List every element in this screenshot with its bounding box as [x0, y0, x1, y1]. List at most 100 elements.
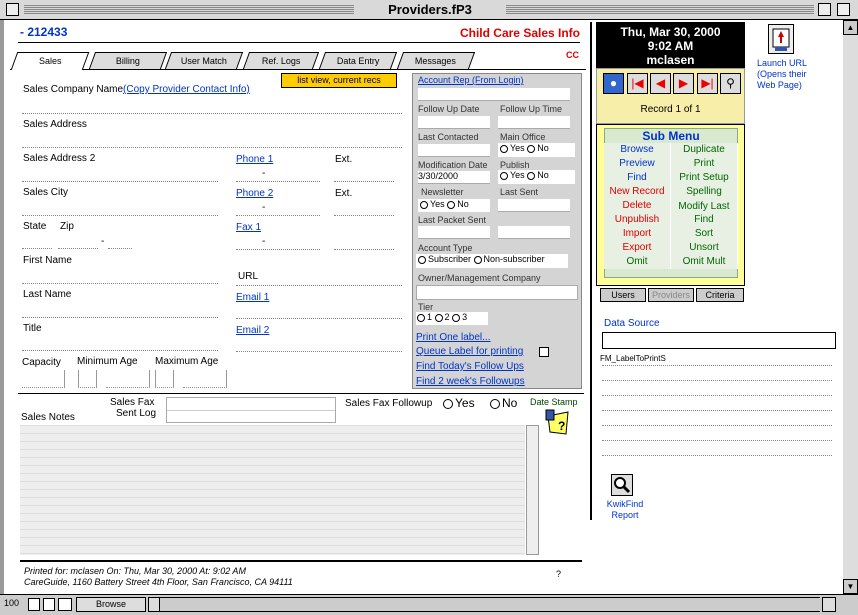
- fax-ext-field[interactable]: [334, 249, 394, 250]
- find-button[interactable]: Find: [604, 171, 671, 185]
- collapse-box[interactable]: [837, 3, 850, 16]
- email1-link[interactable]: Email 1: [236, 292, 269, 303]
- radio-non-subscriber[interactable]: [473, 255, 482, 264]
- new-record-button[interactable]: New Record: [604, 185, 671, 199]
- min-age-field[interactable]: [78, 370, 97, 388]
- delete-button[interactable]: Delete: [604, 199, 671, 213]
- tab-users[interactable]: Users: [600, 288, 646, 302]
- last-packet-field[interactable]: [418, 226, 490, 239]
- tab-data-entry[interactable]: Data Entry: [318, 52, 398, 69]
- print-one-label-link[interactable]: Print One label...: [416, 332, 490, 343]
- print-setup-button[interactable]: Print Setup: [671, 171, 738, 185]
- scroll-right-arrow-icon[interactable]: [822, 597, 836, 612]
- launch-url-label[interactable]: Launch URL (Opens their Web Page): [757, 58, 819, 91]
- fax-followup-no[interactable]: No: [490, 396, 517, 410]
- company-field[interactable]: [22, 113, 402, 114]
- sales-fax-log-field[interactable]: [166, 397, 336, 423]
- zoom-out-icon[interactable]: [28, 598, 40, 611]
- data-source-field[interactable]: [602, 332, 836, 349]
- next-record-icon[interactable]: ▶: [673, 73, 694, 94]
- first-name-field[interactable]: [22, 283, 218, 284]
- window-title-bar[interactable]: Providers.fP3: [0, 0, 858, 20]
- capacity-field[interactable]: [22, 370, 65, 388]
- find-today-link[interactable]: Find Today's Follow Ups: [416, 361, 524, 372]
- phone2-link[interactable]: Phone 2: [236, 188, 273, 199]
- tab-billing[interactable]: Billing: [88, 52, 168, 69]
- tab-messages[interactable]: Messages: [396, 52, 476, 69]
- email2-field[interactable]: [236, 351, 402, 352]
- max-age-unit-field[interactable]: [183, 370, 227, 388]
- state-field[interactable]: [22, 248, 52, 249]
- last-packet-field-2[interactable]: [498, 226, 570, 239]
- find-2week-link[interactable]: Find 2 week's Followups: [416, 376, 525, 387]
- vertical-scrollbar[interactable]: [843, 20, 858, 594]
- address-field[interactable]: [22, 147, 402, 148]
- fax-followup-yes[interactable]: Yes: [443, 396, 475, 410]
- status-toggle-icon[interactable]: [58, 598, 72, 611]
- tab-ref-logs[interactable]: Ref. Logs: [242, 52, 320, 69]
- export-button[interactable]: Export: [604, 241, 671, 255]
- tab-providers[interactable]: Providers: [648, 288, 694, 302]
- import-button[interactable]: Import: [604, 227, 671, 241]
- radio-yes[interactable]: [420, 200, 428, 209]
- close-box[interactable]: [6, 3, 19, 16]
- main-office-radios[interactable]: Yes No: [498, 143, 575, 157]
- ext1-field[interactable]: [334, 181, 394, 182]
- tab-sales[interactable]: Sales: [10, 52, 90, 70]
- globe-icon[interactable]: ●: [603, 73, 624, 94]
- zoom-box[interactable]: [818, 3, 831, 16]
- radio-subscriber[interactable]: [418, 255, 426, 264]
- radio-no[interactable]: [527, 144, 536, 153]
- radio-yes[interactable]: [443, 398, 453, 409]
- kwikfind-icon[interactable]: [611, 474, 633, 496]
- radio-yes[interactable]: [500, 144, 508, 153]
- account-rep-link[interactable]: Account Rep (From Login): [418, 75, 524, 85]
- spelling-button[interactable]: Spelling: [671, 185, 738, 199]
- queue-label-checkbox[interactable]: [539, 347, 549, 357]
- radio-no[interactable]: [447, 200, 456, 209]
- modify-last-find-button[interactable]: Modify Last Find: [671, 199, 738, 227]
- list-view-button[interactable]: list view, current recs: [281, 73, 397, 88]
- zip-field[interactable]: [58, 248, 98, 249]
- last-contacted-field[interactable]: [418, 144, 490, 157]
- zip-ext-field[interactable]: [108, 248, 132, 249]
- browse-button[interactable]: Browse: [604, 143, 671, 157]
- address2-field[interactable]: [22, 181, 218, 182]
- scroll-up-arrow-icon[interactable]: ▲: [843, 20, 858, 35]
- follow-up-date-field[interactable]: [418, 116, 490, 129]
- queue-label-link[interactable]: Queue Label for printing: [416, 346, 523, 357]
- title-field[interactable]: [22, 350, 218, 351]
- kwikfind-report-label[interactable]: KwikFind Report: [600, 499, 650, 521]
- print-button[interactable]: Print: [671, 157, 738, 171]
- preview-button[interactable]: Preview: [604, 157, 671, 171]
- launch-url-icon[interactable]: [768, 24, 794, 54]
- date-stamp-icon[interactable]: ?: [544, 408, 570, 436]
- horizontal-scrollbar[interactable]: [160, 597, 820, 612]
- duplicate-button[interactable]: Duplicate: [671, 143, 738, 157]
- copy-provider-link[interactable]: (Copy Provider Contact Info): [123, 84, 250, 95]
- phone1-field[interactable]: [236, 181, 320, 182]
- scroll-down-arrow-icon[interactable]: ▼: [843, 579, 858, 594]
- scroll-left-arrow-icon[interactable]: [148, 597, 160, 612]
- radio-tier-1[interactable]: [417, 313, 425, 322]
- notes-scrollbar[interactable]: [526, 425, 539, 555]
- fax1-field[interactable]: [236, 249, 320, 250]
- sales-notes-field[interactable]: [20, 425, 525, 555]
- mode-selector[interactable]: Browse: [76, 597, 146, 612]
- url-field[interactable]: [236, 285, 402, 286]
- phone1-link[interactable]: Phone 1: [236, 154, 273, 165]
- account-rep-field[interactable]: [418, 88, 570, 101]
- prev-record-icon[interactable]: ◀: [650, 73, 671, 94]
- last-name-field[interactable]: [22, 317, 218, 318]
- radio-no[interactable]: [527, 171, 536, 180]
- ext2-field[interactable]: [334, 215, 394, 216]
- owner-mgmt-field[interactable]: [416, 285, 578, 300]
- last-record-icon[interactable]: ▶|: [697, 73, 718, 94]
- max-age-field[interactable]: [155, 370, 174, 388]
- mod-date-field[interactable]: 3/30/2000: [418, 171, 490, 184]
- fax1-link[interactable]: Fax 1: [236, 222, 261, 233]
- tab-criteria[interactable]: Criteria: [696, 288, 744, 302]
- email1-field[interactable]: [236, 318, 402, 319]
- last-sent-field[interactable]: [498, 199, 570, 212]
- radio-tier-2[interactable]: [434, 313, 443, 322]
